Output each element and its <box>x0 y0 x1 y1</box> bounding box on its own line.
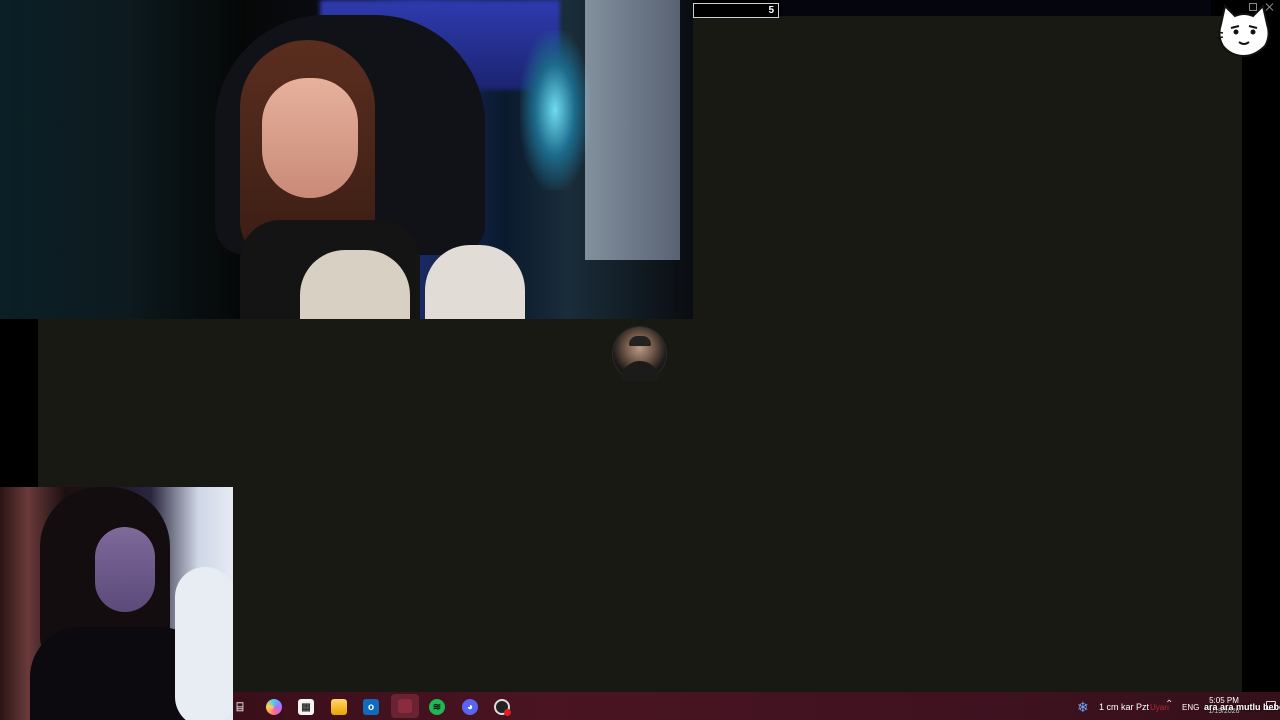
guest-face <box>95 527 155 612</box>
microsoft-store-icon[interactable]: ▦ <box>298 699 314 715</box>
restore-window-icon[interactable] <box>1249 3 1257 11</box>
top-dark-bar <box>781 0 1211 16</box>
language-indicator[interactable]: ENG <box>1182 703 1199 712</box>
close-icon[interactable] <box>1266 3 1274 11</box>
streamer-face <box>262 78 358 198</box>
chevron-up-icon[interactable]: ⌃ <box>1165 699 1173 710</box>
streamer-knee-right <box>425 245 525 319</box>
right-black-column <box>1242 16 1280 692</box>
obs-recording-icon[interactable] <box>494 699 511 716</box>
weather-summary[interactable]: 1 cm kar Pzt <box>1099 702 1149 712</box>
outlook-icon[interactable]: o <box>363 699 379 715</box>
streamer-knee-left <box>300 250 410 319</box>
door <box>585 0 680 260</box>
lamp-glow <box>520 30 590 190</box>
secondary-webcam-feed <box>0 487 233 720</box>
file-explorer-icon[interactable] <box>331 699 347 715</box>
left-black-column <box>0 319 38 487</box>
task-view-icon[interactable]: ⌸ <box>233 699 247 715</box>
lower-left-canvas <box>233 487 693 692</box>
main-webcam-feed <box>0 0 693 319</box>
guest-arm <box>175 567 233 720</box>
avatar-hair <box>629 336 651 346</box>
main-canvas <box>693 16 1242 692</box>
snowflake-icon[interactable]: ❄ <box>1077 699 1089 715</box>
notification-icon[interactable] <box>1266 701 1276 710</box>
discord-icon[interactable]: ◕ <box>462 699 478 715</box>
copilot-icon[interactable] <box>266 699 282 715</box>
spotify-icon[interactable]: ≋ <box>429 699 445 715</box>
avatar-shoulders <box>621 361 659 381</box>
active-app-button[interactable] <box>391 694 419 718</box>
counter-widget: 5 <box>693 3 779 18</box>
avatar[interactable] <box>613 327 666 381</box>
